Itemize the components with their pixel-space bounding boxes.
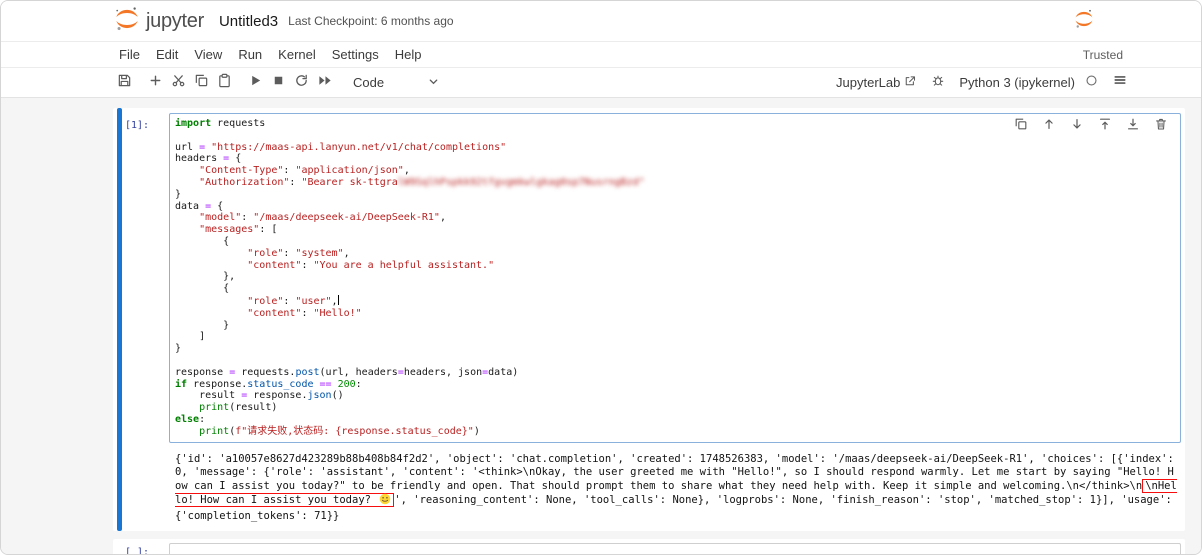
code-line: "content": "You are a helpful assistant.…: [175, 260, 1176, 272]
interrupt-kernel-button[interactable]: [267, 72, 290, 94]
code-line: result = response.json(): [175, 390, 1176, 402]
code-line: print(result): [175, 402, 1176, 414]
cut-cell-button[interactable]: [167, 72, 190, 94]
code-line: [175, 355, 1176, 367]
caret-down-icon: [428, 75, 439, 90]
code-line: {: [175, 236, 1176, 248]
smile-emoji-icon: [379, 496, 391, 508]
paste-cell-icon: [217, 73, 232, 93]
input-prompt: [1]:: [125, 113, 169, 525]
code-line: data = {: [175, 201, 1176, 213]
toolbar: Code JupyterLab Python 3 (ipykernel): [1, 68, 1201, 98]
move-down-icon: [1070, 117, 1084, 136]
code-line: print(f"请求失败,状态码: {response.status_code}…: [175, 426, 1176, 438]
menu-item-file[interactable]: File: [111, 44, 148, 65]
code-line: }: [175, 343, 1176, 355]
jupyter-mark-icon: [1073, 8, 1095, 35]
insert-below-icon: [1126, 117, 1140, 136]
restart-kernel-button[interactable]: [290, 72, 313, 94]
kernel-status-icon: [1085, 74, 1098, 92]
jupyterlab-link-label: JupyterLab: [836, 75, 900, 90]
code-line: url = "https://maas-api.lanyun.net/v1/ch…: [175, 142, 1176, 154]
jupyterlab-link[interactable]: JupyterLab: [836, 75, 916, 90]
menubar: File Edit View Run Kernel Settings Help …: [1, 42, 1201, 68]
insert-cell-below-button[interactable]: [1125, 119, 1140, 134]
checkpoint-label: Last Checkpoint: 6 months ago: [288, 14, 453, 28]
cell-output: {'id': 'a10057e8627d423289b88b408b84f2d2…: [169, 451, 1181, 526]
delete-cell-icon: [1154, 117, 1168, 136]
selected-cell-bar: [117, 108, 122, 531]
debugger-button[interactable]: [926, 72, 949, 94]
jupyter-wordmark: jupyter: [146, 10, 204, 33]
debugger-icon: [931, 73, 945, 92]
code-line: "messages": [: [175, 224, 1176, 236]
trusted-button[interactable]: Trusted: [1075, 46, 1131, 64]
code-line: "model": "/maas/deepseek-ai/DeepSeek-R1"…: [175, 212, 1176, 224]
code-line: headers = {: [175, 153, 1176, 165]
empty-code-editor[interactable]: [169, 543, 1181, 555]
menu-item-edit[interactable]: Edit: [148, 44, 186, 65]
code-line: "Content-Type": "application/json",: [175, 165, 1176, 177]
duplicate-cell-button[interactable]: [1013, 119, 1028, 134]
restart-run-all-icon: [317, 73, 333, 93]
main-menu-button[interactable]: [1108, 72, 1131, 94]
menu-item-settings[interactable]: Settings: [324, 44, 387, 65]
move-up-icon: [1042, 117, 1056, 136]
insert-above-icon: [1098, 117, 1112, 136]
code-line: else:: [175, 414, 1176, 426]
code-line: response = requests.post(url, headers=he…: [175, 367, 1176, 379]
code-line: if response.status_code == 200:: [175, 379, 1176, 391]
code-line: "Authorization": "Bearer sk-ttgralW9Sqlh…: [175, 177, 1176, 189]
menu-item-kernel[interactable]: Kernel: [270, 44, 324, 65]
notebook-title[interactable]: Untitled3: [219, 13, 278, 30]
copy-cell-icon: [194, 73, 209, 93]
code-line: }: [175, 189, 1176, 201]
insert-cell-above-button[interactable]: [1097, 119, 1112, 134]
run-cell-button[interactable]: [244, 72, 267, 94]
menu-item-view[interactable]: View: [186, 44, 230, 65]
code-line: "content": "Hello!": [175, 308, 1176, 320]
toolbar-right: JupyterLab Python 3 (ipykernel): [836, 72, 1131, 94]
menu-item-help[interactable]: Help: [387, 44, 430, 65]
jupyter-logo-icon: [113, 5, 141, 38]
cut-cell-icon: [171, 73, 186, 93]
add-cell-icon: [148, 73, 163, 93]
code-content[interactable]: import requests url = "https://maas-api.…: [175, 118, 1176, 438]
cell-type-dropdown[interactable]: Code: [348, 73, 444, 92]
move-cell-down-button[interactable]: [1069, 119, 1084, 134]
code-cell: [1]:: [113, 108, 1185, 531]
cell-type-value: Code: [353, 75, 384, 90]
restart-kernel-icon: [294, 73, 309, 93]
run-icon: [248, 73, 263, 93]
empty-input-prompt: [ ]:: [125, 543, 169, 555]
duplicate-cell-icon: [1014, 117, 1028, 136]
paste-cell-button[interactable]: [213, 72, 236, 94]
copy-cell-button[interactable]: [190, 72, 213, 94]
output-text-before: {'id': 'a10057e8627d423289b88b408b84f2d2…: [175, 453, 1180, 492]
code-line: }: [175, 320, 1176, 332]
code-line: },: [175, 271, 1176, 283]
code-editor[interactable]: import requests url = "https://maas-api.…: [169, 113, 1181, 443]
save-button[interactable]: [113, 72, 136, 94]
kernel-name[interactable]: Python 3 (ipykernel): [959, 75, 1075, 90]
restart-run-all-button[interactable]: [313, 72, 336, 94]
jupyter-window: jupyter Untitled3 Last Checkpoint: 6 mon…: [0, 0, 1202, 555]
menu-item-run[interactable]: Run: [230, 44, 270, 65]
save-icon: [117, 73, 132, 93]
code-line: "role": "user",: [175, 295, 1176, 308]
cell-toolbar: [1011, 118, 1170, 135]
empty-cell: [ ]:: [113, 539, 1185, 555]
notebook-area: [1]:: [1, 98, 1201, 555]
external-link-icon: [904, 75, 916, 90]
interrupt-kernel-icon: [271, 73, 286, 93]
code-line: "role": "system",: [175, 248, 1176, 260]
move-cell-up-button[interactable]: [1041, 119, 1056, 134]
menu-icon: [1113, 73, 1127, 92]
jupyter-logo-link[interactable]: jupyter: [113, 5, 204, 38]
code-line: {: [175, 283, 1176, 295]
add-cell-button[interactable]: [144, 72, 167, 94]
delete-cell-button[interactable]: [1153, 119, 1168, 134]
notebook-header: jupyter Untitled3 Last Checkpoint: 6 mon…: [1, 1, 1201, 42]
code-line: ]: [175, 331, 1176, 343]
